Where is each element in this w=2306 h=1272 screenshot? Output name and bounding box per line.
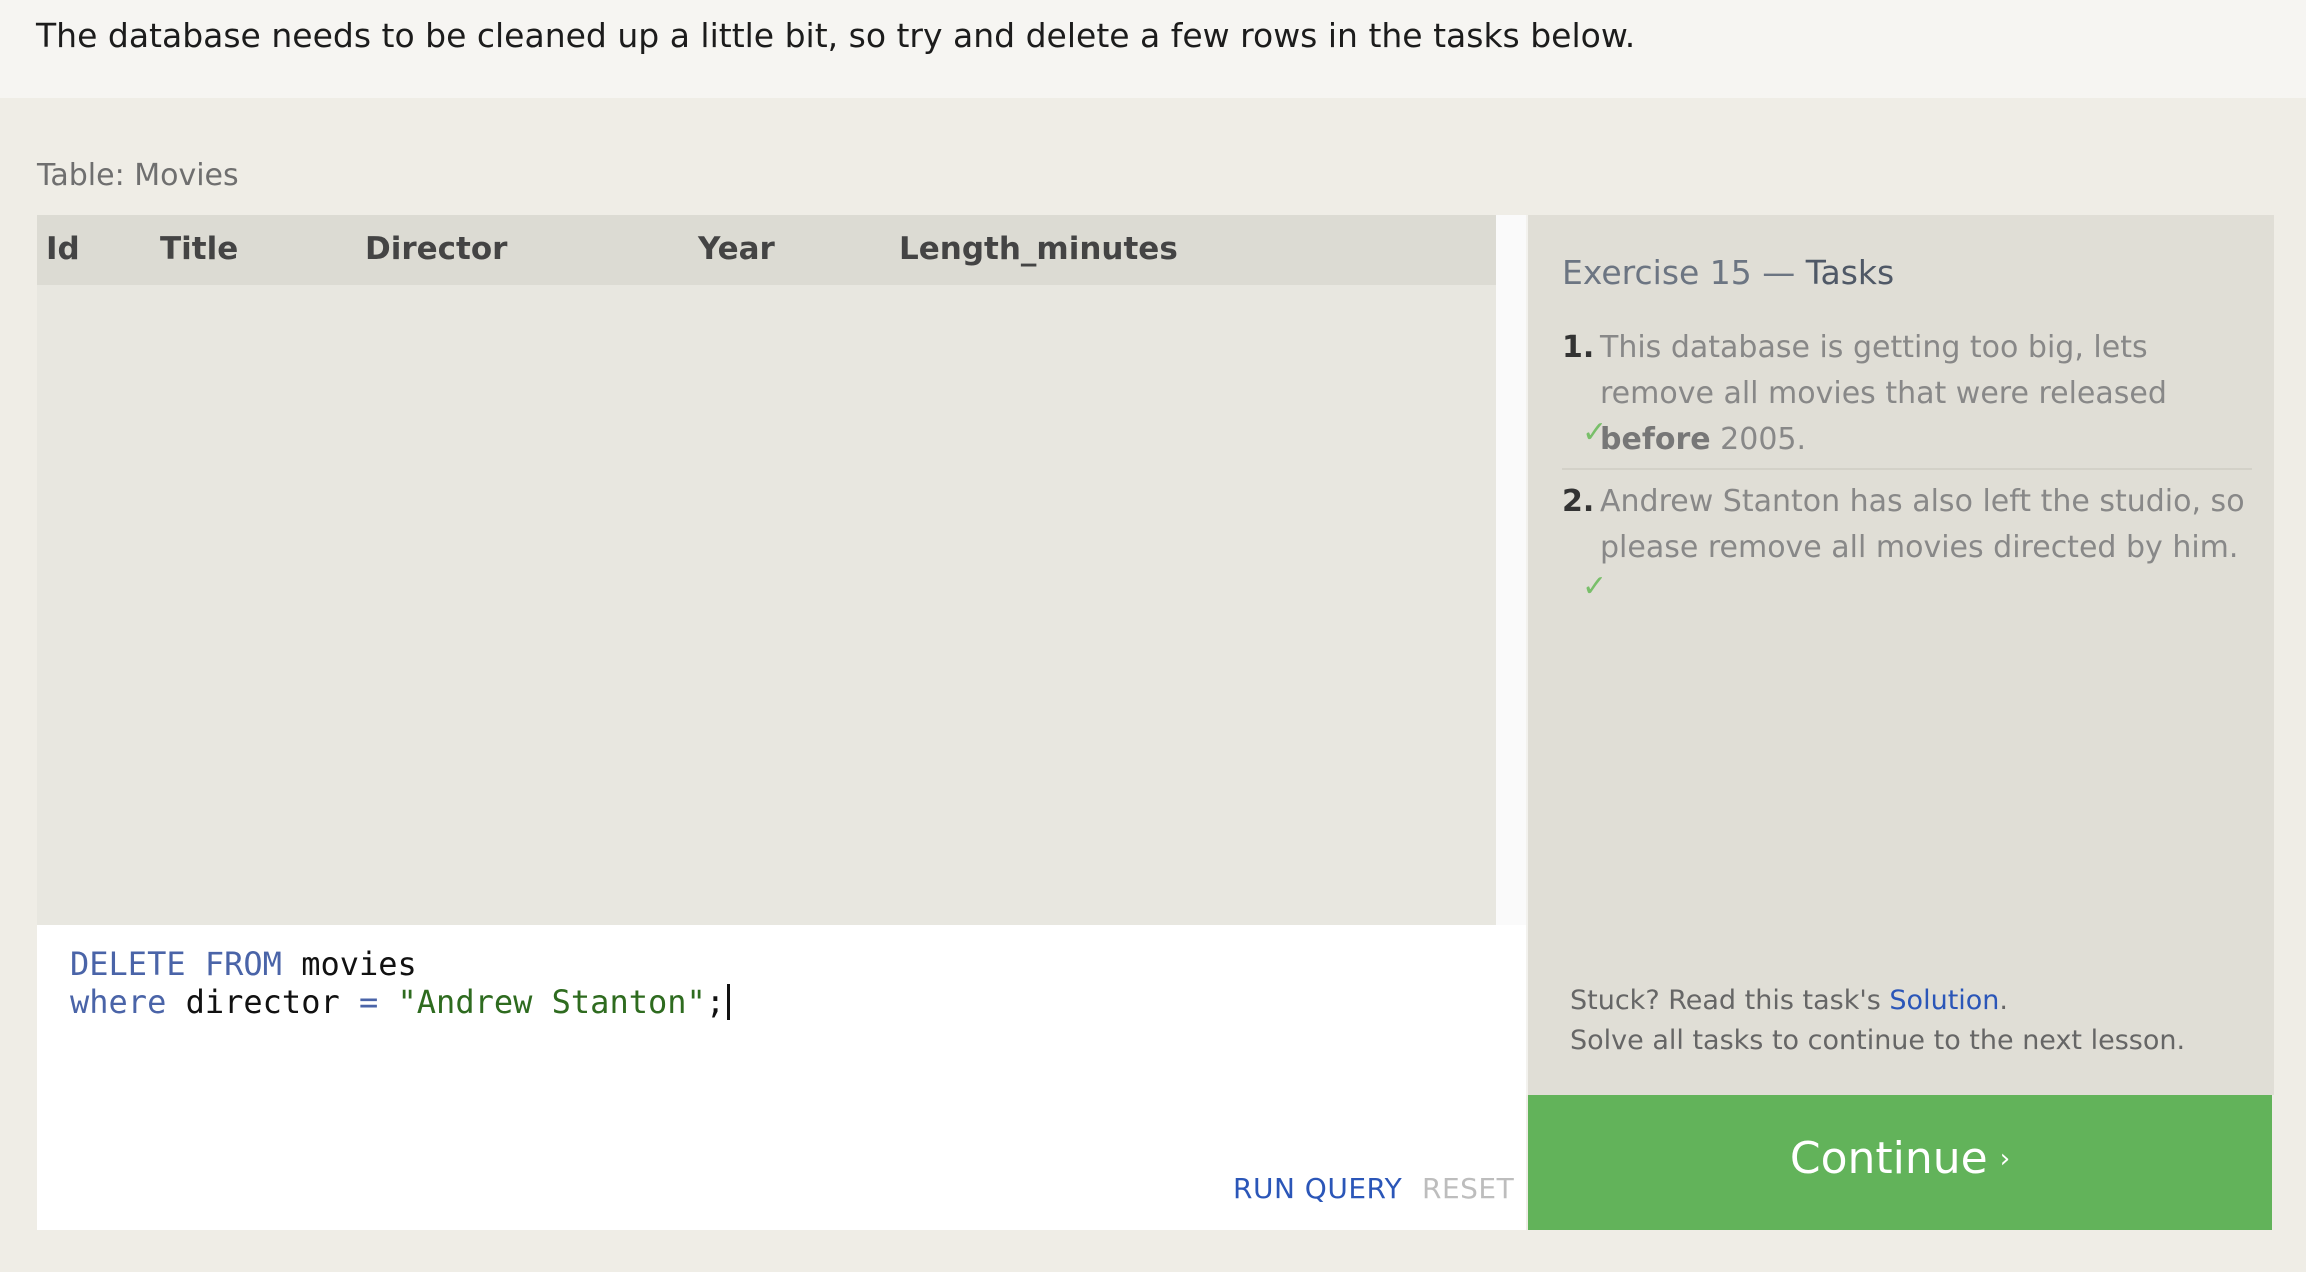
task-text-part: This database is getting too big, lets r… xyxy=(1600,330,2167,411)
code-text: ; xyxy=(705,983,726,1021)
intro-bar: The database needs to be cleaned up a li… xyxy=(0,0,2306,98)
code-line-1[interactable]: DELETE FROM movies xyxy=(70,945,417,983)
column-header-director: Director xyxy=(365,231,508,267)
stuck-prefix: Stuck? Read this task's xyxy=(1570,985,1890,1016)
results-table: Id Title Director Year Length_minutes xyxy=(37,215,1496,925)
results-scrollbar[interactable] xyxy=(1496,215,1526,925)
task-text-part: 2005. xyxy=(1710,422,1807,457)
column-header-year: Year xyxy=(698,231,775,267)
text-cursor xyxy=(727,984,731,1020)
task-divider xyxy=(1562,468,2252,470)
column-header-id: Id xyxy=(46,231,80,267)
code-line-2[interactable]: where director = "Andrew Stanton"; xyxy=(70,983,731,1021)
code-text: director xyxy=(166,983,359,1021)
table-caption: Table: Movies xyxy=(37,158,239,193)
continue-label: Continue › xyxy=(1528,1133,2272,1184)
code-operator: = xyxy=(358,983,379,1021)
exercise-title-prefix: Exercise 15 — xyxy=(1562,253,1806,292)
task-text-bold: before xyxy=(1600,422,1711,457)
solution-link[interactable]: Solution xyxy=(1889,985,1999,1016)
column-header-length-minutes: Length_minutes xyxy=(899,231,1178,267)
results-header: Id Title Director Year Length_minutes xyxy=(37,215,1496,285)
chevron-right-icon: › xyxy=(1999,1144,2011,1174)
check-icon: ✓ xyxy=(1582,415,1608,450)
task-number: 2. xyxy=(1562,484,1595,519)
intro-text: The database needs to be cleaned up a li… xyxy=(36,16,1636,55)
exercise-title: Exercise 15 — Tasks xyxy=(1562,253,1894,292)
code-text: movies xyxy=(281,945,417,983)
continue-text: Continue xyxy=(1789,1133,1988,1184)
tasks-panel: Exercise 15 — Tasks 1. This database is … xyxy=(1526,215,2274,1095)
code-keyword: DELETE FROM xyxy=(70,945,282,983)
column-header-title: Title xyxy=(160,231,239,267)
reset-button[interactable]: RESET xyxy=(1422,1172,1514,1205)
exercise-title-tasks: Tasks xyxy=(1805,253,1895,292)
run-query-button[interactable]: RUN QUERY xyxy=(1233,1172,1402,1205)
task-number: 1. xyxy=(1562,330,1595,365)
solve-note: Solve all tasks to continue to the next … xyxy=(1570,1025,2186,1056)
code-string: "Andrew Stanton" xyxy=(397,983,706,1021)
task-text: Andrew Stanton has also left the studio,… xyxy=(1600,484,2245,565)
stuck-suffix: . xyxy=(1999,985,2009,1016)
task-text: This database is getting too big, lets r… xyxy=(1600,325,2250,463)
continue-button[interactable]: Continue › xyxy=(1528,1095,2272,1230)
check-icon: ✓ xyxy=(1582,569,1608,604)
stuck-hint: Stuck? Read this task's Solution. xyxy=(1570,985,2008,1016)
code-keyword: where xyxy=(70,983,167,1021)
